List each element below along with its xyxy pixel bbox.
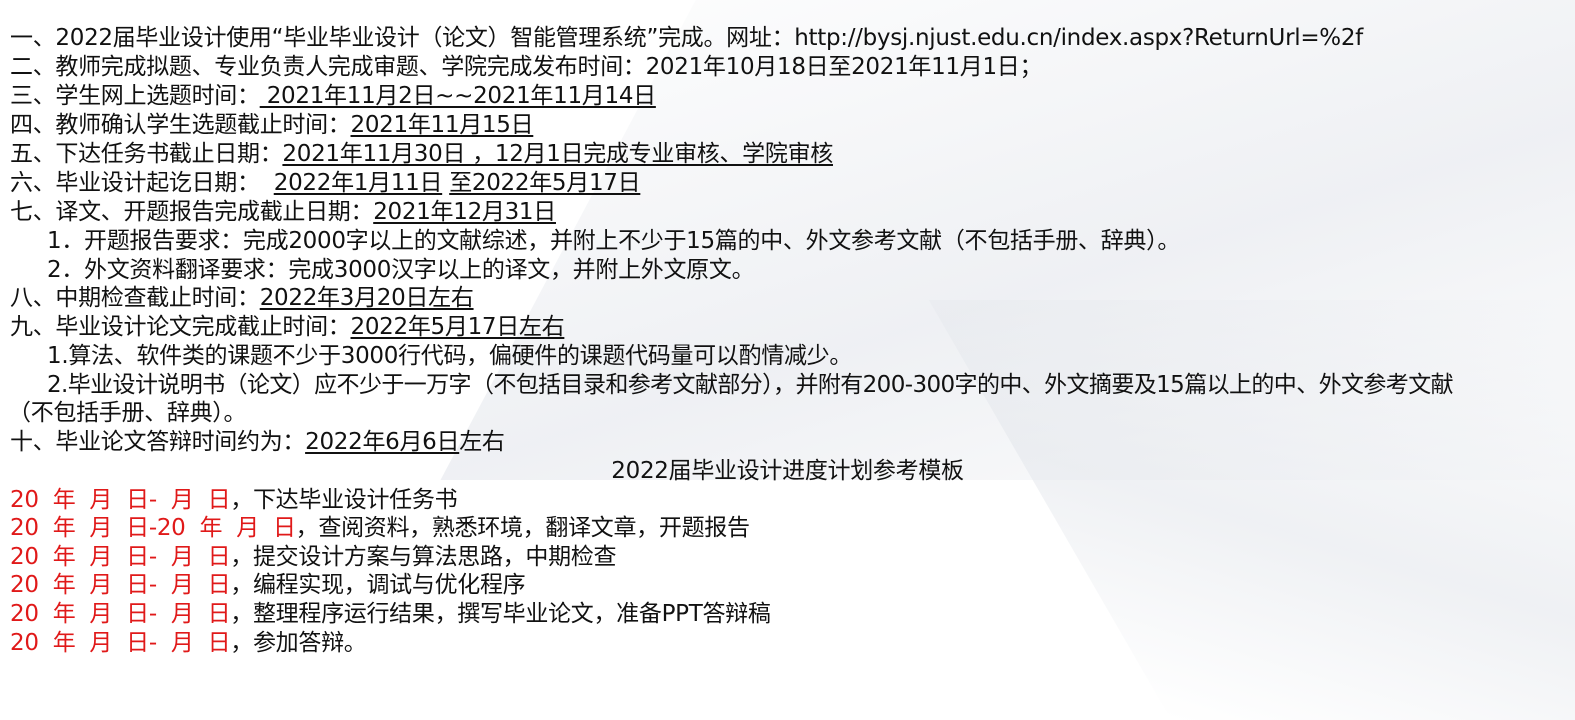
item-7-sub-2: 2．外文资料翻译要求：完成3000汉字以上的译文，并附上外文原文。 [47,257,755,283]
item-5: 五、下达任务书截止日期：2021年11月30日 ，12月1日完成专业审核、学院审… [10,141,833,167]
item-6: 六、毕业设计起讫日期： 2022年1月11日 至2022年5月17日 [10,170,641,196]
item-4: 四、教师确认学生选题截止时间：2021年11月15日 [10,112,534,138]
plan-row: 20 年 月 日- 月 日，整理程序运行结果，撰写毕业论文，准备PPT答辩稿 [10,601,771,627]
plan-row: 20 年 月 日- 月 日，下达毕业设计任务书 [10,487,458,513]
template-title: 2022届毕业设计进度计划参考模板 [611,458,964,484]
plan-row: 20 年 月 日- 月 日，编程实现，调试与优化程序 [10,572,526,598]
item-8: 八、中期检查截止时间：2022年3月20日左右 [10,285,474,311]
plan-row: 20 年 月 日-20 年 月 日，查阅资料，熟悉环境，翻译文章，开题报告 [10,515,750,541]
item-10: 十、毕业论文答辩时间约为：2022年6月6日左右 [10,429,505,455]
item-1: 一、2022届毕业设计使用“毕业毕业设计（论文）智能管理系统”完成。网址：htt… [10,25,1363,51]
item-3: 三、学生网上选题时间： 2021年11月2日~~2021年11月14日 [10,83,656,109]
background-decoration [928,300,1575,720]
item-9-sub-2-cont: （不包括手册、辞典）。 [8,400,247,426]
plan-row: 20 年 月 日- 月 日，提交设计方案与算法思路，中期检查 [10,544,617,570]
item-9: 九、毕业设计论文完成截止时间：2022年5月17日左右 [10,314,565,340]
item-7-sub-1: 1．开题报告要求：完成2000字以上的文献综述，并附上不少于15篇的中、外文参考… [47,228,1181,254]
plan-row: 20 年 月 日- 月 日，参加答辩。 [10,630,367,656]
item-7: 七、译文、开题报告完成截止日期：2021年12月31日 [10,199,556,225]
item-9-sub-1: 1.算法、软件类的课题不少于3000行代码，偏硬件的课题代码量可以酌情减少。 [47,343,853,369]
item-2: 二、教师完成拟题、专业负责人完成审题、学院完成发布时间：2021年10月18日至… [10,54,1043,80]
item-9-sub-2: 2.毕业设计说明书（论文）应不少于一万字（不包括目录和参考文献部分），并附有20… [47,372,1454,398]
